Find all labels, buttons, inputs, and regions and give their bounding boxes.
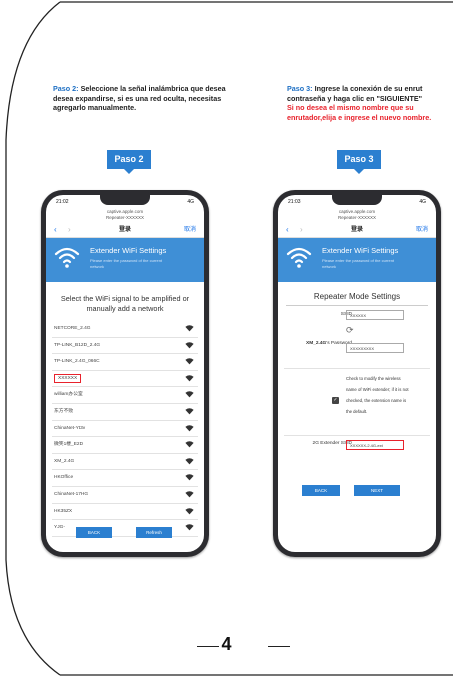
button-row: BACK NEXT [278,485,436,496]
network-name: 东方不败 [54,408,74,414]
wifi-signal-icon [185,358,194,365]
phone-screen: 21:02 4G captive.apple.com Repeater-XXXX… [46,195,204,552]
status-signal: 4G [187,199,194,205]
banner-title: Extender WiFi Settings [90,246,167,255]
network-name: TP-LINK_2.4G_066C [54,359,100,365]
network-name: NETCORE_2.4G [54,326,91,331]
network-list-item[interactable]: 东方不败 [52,404,198,421]
wifi-signal-icon [185,457,194,465]
network-name: ChinaNet-17HG [54,491,89,497]
button-row: BACK Refresh [46,527,204,538]
password-field[interactable]: XXXXXXXXX [346,343,404,353]
modify-name-row: ✓ Check to modify the wireless name of W… [284,368,430,436]
wifi-signal-icon [185,424,194,431]
settings-banner: Extender WiFi Settings Please enter the … [278,238,436,282]
wifi-signal-icon [185,474,194,481]
back-button[interactable]: BACK [302,485,340,496]
modify-name-text: Check to modify the wireless name of WiF… [346,376,409,414]
refresh-button[interactable]: Refresh [136,527,172,538]
nav-bar: ‹ › 登录 取消 [46,223,204,238]
phone-screen: 21:03 4G captive.apple.com Repeater-XXXX… [278,195,436,552]
cancel-link[interactable]: 取消 [184,223,196,237]
banner-subtitle: Please enter the password of the current… [322,258,395,269]
step3-instructions: Paso 3: Ingrese la conexión de su enrut … [287,84,453,122]
url-ssid: Repeater-XXXXXX [337,214,377,220]
url-bar: captive.apple.com Repeater-XXXXXX [278,209,436,220]
network-name: HKOffice [54,475,74,481]
network-name: ChinaNet-Yt3v [54,425,86,431]
select-wifi-heading: Select the WiFi signal to be amplified o… [60,294,190,313]
banner-title: Extender WiFi Settings [322,246,399,255]
nav-title: 登录 [118,227,131,233]
step2-badge: Paso 2 [107,150,151,174]
phone-notch [100,195,150,205]
wifi-signal-icon [185,441,194,448]
wifi-signal-icon [185,408,194,415]
wifi-signal-icon [185,374,194,382]
cancel-link[interactable]: 取消 [416,223,428,237]
refresh-icon[interactable]: ⟳ [346,325,354,336]
wifi-icon [286,247,312,268]
network-list-item[interactable]: ChinaNet-17HG [52,487,198,504]
network-list-item[interactable]: NETCORE_2.4G [52,321,198,338]
nav-bar: ‹ › 登录 取消 [278,223,436,238]
extender-ssid-field[interactable]: XXXXXX-2.4G-ext [346,440,404,450]
page-number: 4 [221,634,232,654]
step2-body: Seleccione la señal inalámbrica que dese… [53,84,226,112]
repeater-mode-title: Repeater Mode Settings [313,292,401,301]
phone-step2: 21:02 4G captive.apple.com Repeater-XXXX… [41,190,209,557]
next-button[interactable]: NEXT [354,485,400,496]
ssid-field[interactable]: XXXXXX [346,310,404,320]
status-time: 21:02 [56,199,69,205]
banner-subtitle: Please enter the password of the current… [90,258,163,269]
settings-banner: Extender WiFi Settings Please enter the … [46,238,204,282]
url-ssid: Repeater-XXXXXX [105,214,145,220]
network-list-item[interactable]: XXXXXX [52,371,198,388]
page-number-dash-right [268,646,290,648]
step3-badge: Paso 3 [337,150,381,174]
ssid-row: SSID XXXXXX [284,309,430,321]
network-list-item[interactable]: TP-LINK_2.4G_066C [52,354,198,371]
divider [286,305,428,306]
network-name: 微笑1楼_E2D [54,442,84,448]
wifi-signal-icon [185,491,194,498]
network-list-item[interactable]: HK35ZX [52,504,198,521]
extender-ssid-row: 2G Extender SSID XXXXXX-2.4G-ext [284,437,430,457]
wifi-signal-icon [185,391,194,398]
status-time: 21:03 [288,199,301,205]
back-button[interactable]: BACK [76,527,112,538]
modify-name-checkbox[interactable]: ✓ [332,397,339,404]
wifi-signal-icon [185,325,194,332]
network-name: TP-LINK_B12D_2.4G [54,342,101,348]
password-label: XM_2.4G's Password [302,340,352,347]
step3-title: Paso 3: [287,84,313,93]
phone-step3: 21:03 4G captive.apple.com Repeater-XXXX… [273,190,441,557]
network-list-item[interactable]: HKOffice [52,470,198,487]
network-name: william办公室 [54,392,83,398]
password-row: XM_2.4G's Password XXXXXXXXX [284,338,430,362]
network-list-item[interactable]: XM_2.4G [52,454,198,471]
step2-title: Paso 2: [53,84,79,93]
step2-instructions: Paso 2: Seleccione la señal inalámbrica … [53,84,243,113]
network-list-item[interactable]: william办公室 [52,387,198,404]
password-label-network: XM_2.4G [306,341,327,346]
network-name: XXXXXX [54,373,82,383]
wifi-signal-icon [185,507,194,514]
step3-warning: Si no desea el mismo nombre que su enrut… [287,103,432,122]
nav-title: 登录 [350,227,363,233]
network-list-item[interactable]: 微笑1楼_E2D [52,437,198,454]
network-list: NETCORE_2.4G TP-LINK_B12D_2.4G TP-LINK_2.4… [52,321,198,537]
extender-ssid-label: 2G Extender SSID [312,441,352,446]
wifi-icon [54,247,80,268]
phone-notch [332,195,382,205]
network-list-item[interactable]: TP-LINK_B12D_2.4G [52,338,198,355]
network-list-item[interactable]: ChinaNet-Yt3v [52,421,198,438]
url-bar: captive.apple.com Repeater-XXXXXX [46,209,204,220]
network-name: HK35ZX [54,508,73,514]
network-name: XM_2.4G [54,458,75,464]
status-signal: 4G [419,199,426,205]
wifi-signal-icon [185,341,194,348]
